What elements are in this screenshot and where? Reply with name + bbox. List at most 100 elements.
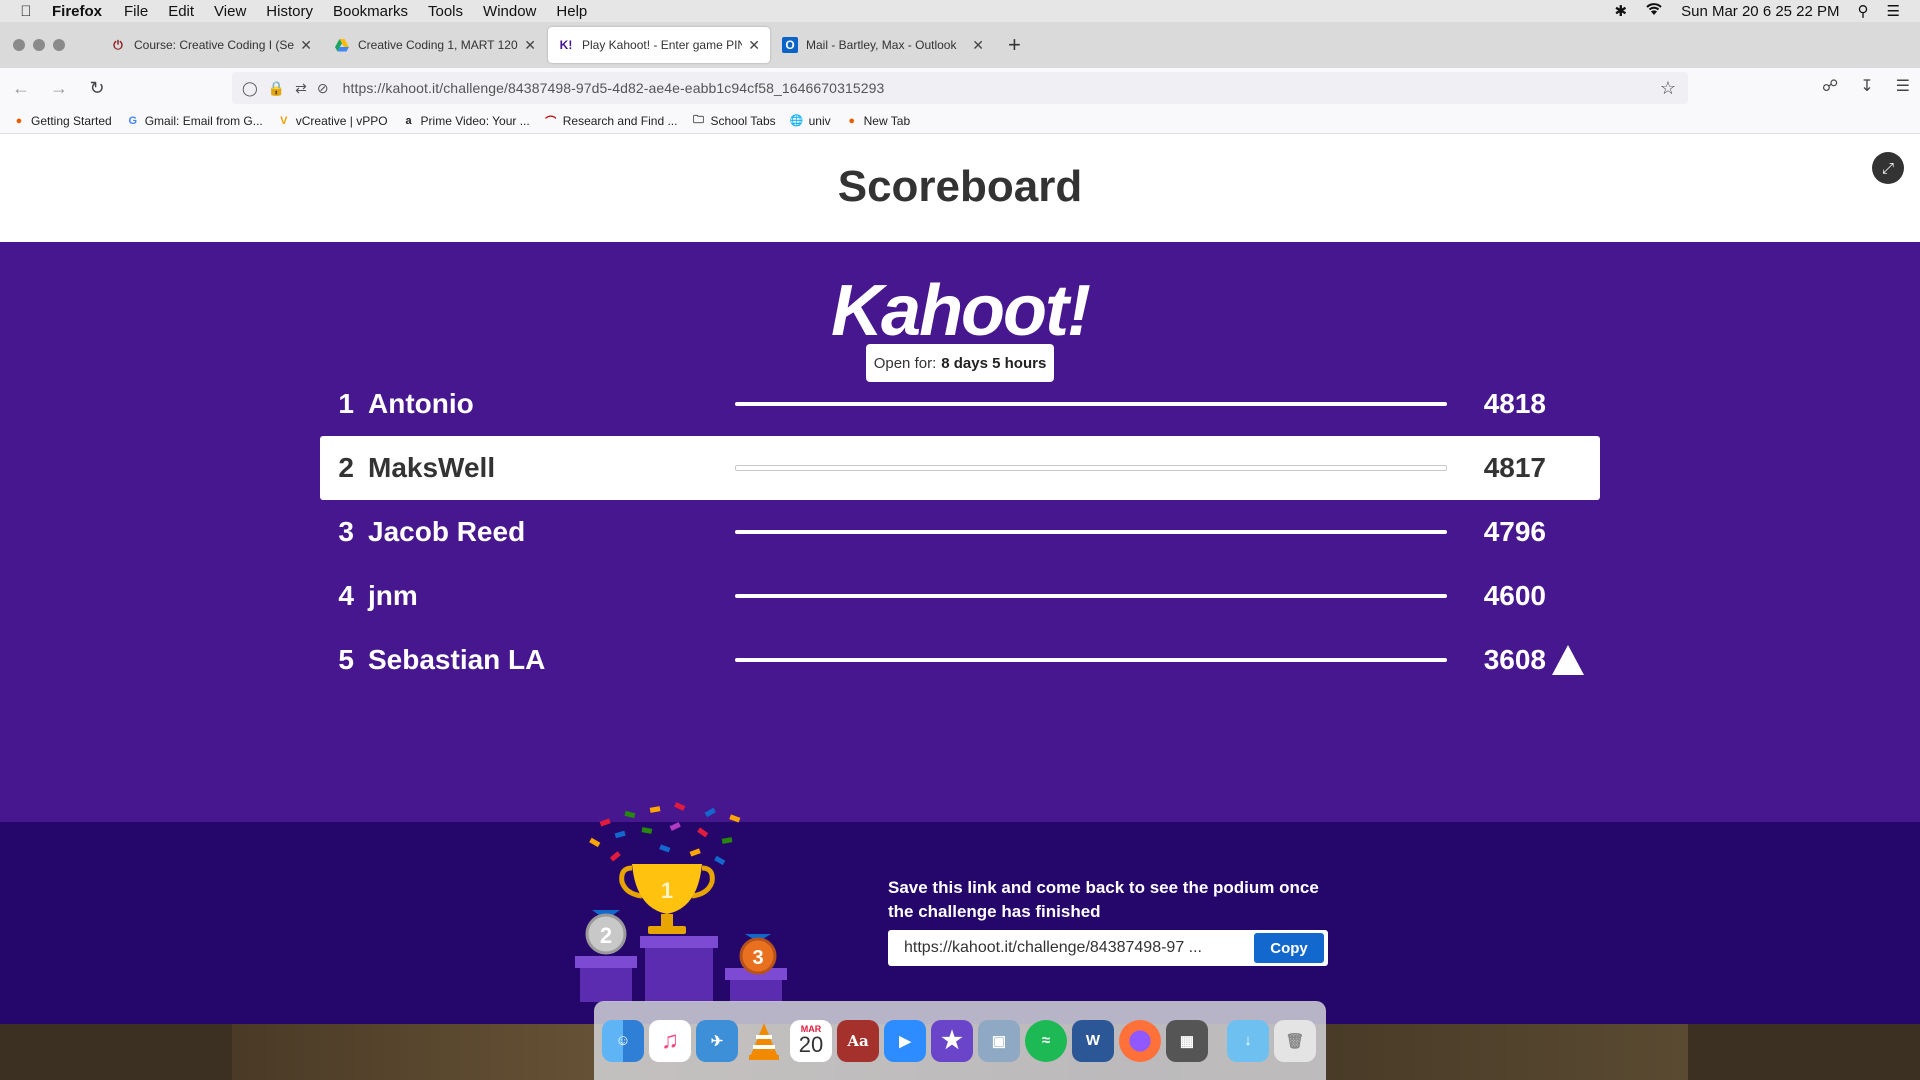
- player-name: jnm: [368, 580, 418, 611]
- url-text[interactable]: https://kahoot.it/challenge/84387498-97d…: [343, 80, 885, 96]
- bookmark-label: Research and Find ...: [562, 113, 678, 128]
- globe-icon: 🌐: [789, 115, 804, 127]
- bookmark-prime-video[interactable]: a Prime Video: Your ...: [402, 113, 530, 128]
- leaderboard-row: 5 Sebastian LA 3608: [320, 628, 1600, 692]
- bronze-medal-icon: 3: [739, 934, 777, 975]
- bookmark-label: univ: [808, 113, 831, 128]
- save-link-message: Save this link and come back to see the …: [888, 878, 1319, 921]
- firefox-icon: ●: [15, 114, 23, 127]
- svg-text:1: 1: [661, 878, 673, 903]
- menu-file[interactable]: File: [124, 3, 148, 20]
- dictionary-icon[interactable]: Aa: [837, 1019, 879, 1062]
- close-window-button[interactable]: [13, 39, 25, 51]
- player-name: Antonio: [368, 388, 474, 419]
- menu-bookmarks[interactable]: Bookmarks: [333, 3, 408, 20]
- score-bar: [735, 465, 1447, 471]
- copy-button[interactable]: Copy: [1254, 933, 1324, 963]
- bookmark-vcreative[interactable]: V vCreative | vPPO: [277, 113, 388, 128]
- zoom-window-button[interactable]: [53, 39, 65, 51]
- pocket-icon[interactable]: ☍: [1822, 76, 1838, 96]
- lock-icon[interactable]: 🔒: [268, 80, 285, 97]
- bookmark-label: Prime Video: Your ...: [420, 113, 530, 128]
- minimize-window-button[interactable]: [33, 39, 45, 51]
- bookmark-school-tabs[interactable]: 🗀 School Tabs: [691, 114, 776, 128]
- score-bar: [735, 658, 1447, 662]
- close-tab-icon[interactable]: ✕: [524, 37, 536, 54]
- word-icon[interactable]: W: [1072, 1019, 1114, 1062]
- bookmark-univ[interactable]: 🌐 univ: [790, 114, 831, 128]
- menu-app-name[interactable]: Firefox: [52, 3, 102, 20]
- tab-mail[interactable]: O Mail - Bartley, Max - Outlook ✕: [772, 27, 994, 63]
- downloads-icon[interactable]: ↧: [1860, 76, 1873, 96]
- preview-icon[interactable]: ✈: [696, 1019, 738, 1062]
- google-icon: G: [128, 114, 137, 127]
- bookmark-new-tab[interactable]: ● New Tab: [845, 114, 910, 128]
- music-icon[interactable]: ♫: [649, 1019, 691, 1062]
- bluetooth-icon[interactable]: ✱: [1615, 2, 1628, 20]
- menu-window[interactable]: Window: [483, 3, 536, 20]
- menu-view[interactable]: View: [214, 3, 246, 20]
- leaderboard-row: 3 Jacob Reed 4796: [320, 500, 1600, 564]
- trophy-icon: 1: [619, 864, 715, 934]
- vlc-icon[interactable]: [743, 1020, 785, 1062]
- tab-label: Play Kahoot! - Enter game PIN he: [582, 38, 743, 52]
- photos-icon[interactable]: ▣: [978, 1019, 1020, 1062]
- scoreboard-panel: Kahoot! Open for: 8 days 5 hours 1 Anton…: [0, 242, 1920, 822]
- player-rank: 2: [338, 452, 354, 483]
- address-bar[interactable]: ◯ 🔒 ⇄ ⊘ https://kahoot.it/challenge/8438…: [232, 72, 1688, 104]
- shield-icon[interactable]: ◯: [242, 80, 258, 97]
- apple-icon[interactable]: : [0, 3, 52, 20]
- new-tab-button[interactable]: +: [1008, 32, 1021, 58]
- spotlight-search-icon[interactable]: ⚲: [1858, 2, 1869, 20]
- menu-history[interactable]: History: [266, 3, 313, 20]
- share-link-field[interactable]: https://kahoot.it/challenge/84387498-97 …: [888, 930, 1328, 966]
- wifi-icon[interactable]: [1645, 2, 1663, 20]
- share-link-text[interactable]: https://kahoot.it/challenge/84387498-97 …: [904, 939, 1252, 957]
- trash-icon[interactable]: 🗑: [1274, 1019, 1316, 1062]
- close-tab-icon[interactable]: ✕: [972, 37, 984, 54]
- bookmark-getting-started[interactable]: ● Getting Started: [12, 114, 112, 128]
- menu-tools[interactable]: Tools: [428, 3, 463, 20]
- finder-icon[interactable]: ☺: [602, 1019, 644, 1062]
- close-tab-icon[interactable]: ✕: [748, 37, 760, 54]
- reload-button[interactable]: ↻: [80, 78, 114, 99]
- calendar-icon[interactable]: MAR 20: [790, 1019, 832, 1062]
- camera-blocked-icon[interactable]: ⊘: [317, 80, 329, 97]
- macos-menubar:  Firefox File Edit View History Bookmar…: [0, 0, 1920, 22]
- fullscreen-button[interactable]: ⤢: [1872, 152, 1904, 184]
- browser-tab-bar: ⏻ Course: Creative Coding I (Sect ✕ Crea…: [0, 22, 1920, 68]
- bookmark-label: vCreative | vPPO: [295, 113, 388, 128]
- tab-kahoot[interactable]: K! Play Kahoot! - Enter game PIN he ✕: [548, 27, 770, 63]
- imovie-icon[interactable]: ★: [931, 1019, 973, 1062]
- player-score: 4600: [1483, 580, 1546, 611]
- menu-help[interactable]: Help: [556, 3, 587, 20]
- back-button[interactable]: ←: [4, 78, 38, 99]
- zoom-icon[interactable]: ▶: [884, 1019, 926, 1062]
- hamburger-menu-icon[interactable]: ☰: [1896, 76, 1910, 96]
- menu-edit[interactable]: Edit: [168, 3, 194, 20]
- firefox-icon[interactable]: [1119, 1019, 1161, 1062]
- score-bar: [735, 594, 1447, 598]
- downloads-icon[interactable]: ↓: [1227, 1019, 1269, 1062]
- calculator-icon[interactable]: ▦: [1166, 1019, 1208, 1062]
- research-icon: ⌒: [545, 115, 557, 128]
- permissions-icon[interactable]: ⇄: [295, 80, 307, 97]
- bookmark-star-icon[interactable]: ☆: [1660, 78, 1676, 99]
- spotify-icon[interactable]: ≈: [1025, 1019, 1067, 1062]
- close-tab-icon[interactable]: ✕: [300, 37, 312, 54]
- control-center-icon[interactable]: ☰: [1887, 2, 1900, 20]
- leaderboard-row: 1 Antonio 4818: [320, 372, 1600, 436]
- browser-nav-bar: ← → ↻ ◯ 🔒 ⇄ ⊘ https://kahoot.it/challeng…: [0, 68, 1920, 108]
- drive-icon: [334, 37, 350, 53]
- player-name: MaksWell: [368, 452, 496, 483]
- bookmark-research[interactable]: ⌒ Research and Find ...: [544, 113, 678, 128]
- bookmark-gmail[interactable]: G Gmail: Email from G...: [126, 114, 262, 128]
- forward-button[interactable]: →: [42, 78, 76, 99]
- tab-creative-coding[interactable]: Creative Coding 1, MART 120 | I ✕: [324, 27, 546, 63]
- svg-text:3: 3: [752, 947, 763, 969]
- window-controls: [0, 39, 100, 51]
- score-bar: [735, 530, 1447, 534]
- tab-course[interactable]: ⏻ Course: Creative Coding I (Sect ✕: [100, 27, 322, 63]
- menubar-clock[interactable]: Sun Mar 20 6 25 22 PM: [1681, 3, 1839, 20]
- leaderboard-row-current-player: 2 MaksWell 4817: [320, 436, 1600, 500]
